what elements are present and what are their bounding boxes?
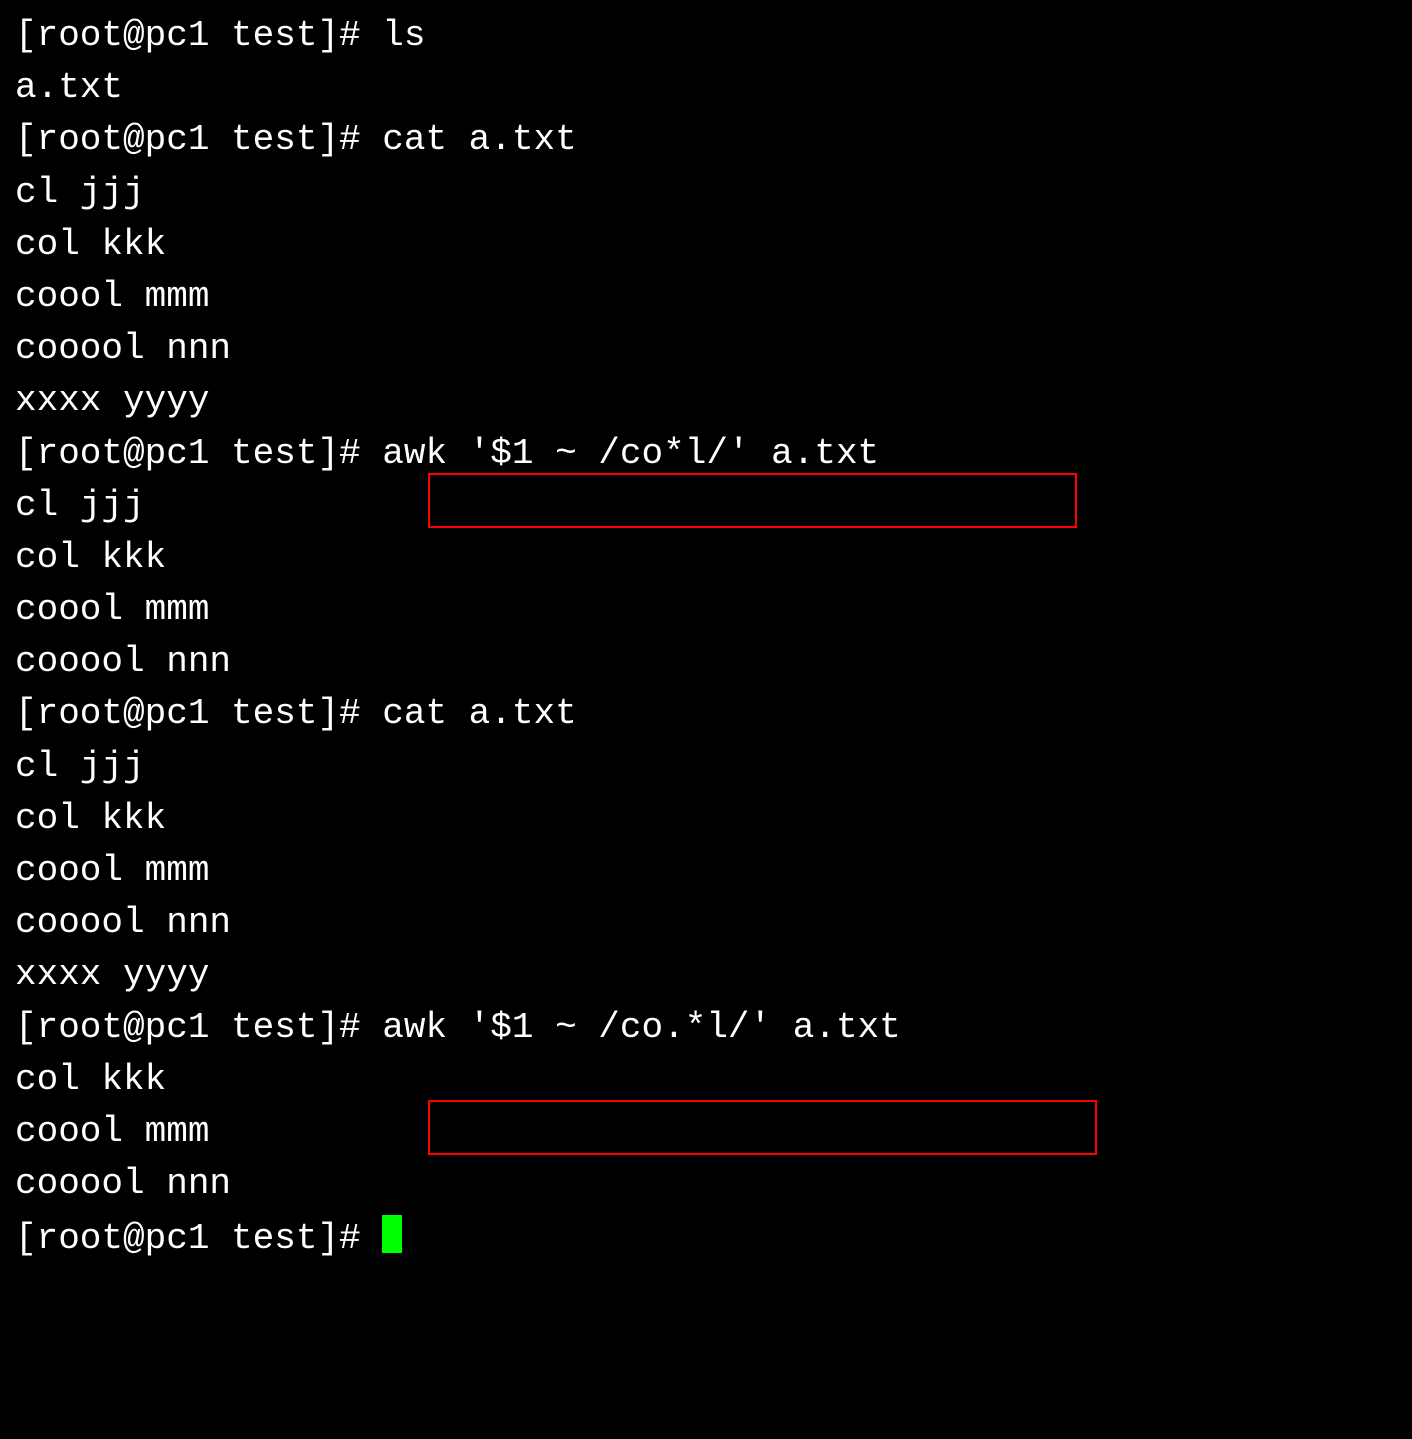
terminal-output-line: cooool nnn bbox=[15, 323, 1397, 375]
command-text: cat a.txt bbox=[382, 119, 576, 160]
terminal-output-line: col kkk bbox=[15, 1054, 1397, 1106]
shell-prompt: [root@pc1 test]# bbox=[15, 433, 382, 474]
cursor-block-icon bbox=[382, 1215, 402, 1253]
terminal-line: [root@pc1 test]# awk '$1 ~ /co.*l/' a.tx… bbox=[15, 1002, 1397, 1054]
terminal-output-line: xxxx yyyy bbox=[15, 375, 1397, 427]
terminal-output-line: col kkk bbox=[15, 532, 1397, 584]
terminal-window[interactable]: [root@pc1 test]# ls a.txt [root@pc1 test… bbox=[0, 0, 1412, 1276]
shell-prompt: [root@pc1 test]# bbox=[15, 119, 382, 160]
terminal-output-line: coool mmm bbox=[15, 1106, 1397, 1158]
terminal-line: [root@pc1 test]# awk '$1 ~ /co*l/' a.txt bbox=[15, 428, 1397, 480]
terminal-output-line: col kkk bbox=[15, 793, 1397, 845]
terminal-output-line: coool mmm bbox=[15, 584, 1397, 636]
terminal-output-line: cl jjj bbox=[15, 741, 1397, 793]
command-text: cat a.txt bbox=[382, 693, 576, 734]
terminal-output-line: xxxx yyyy bbox=[15, 949, 1397, 1001]
terminal-output-line: coool mmm bbox=[15, 845, 1397, 897]
terminal-output-line: col kkk bbox=[15, 219, 1397, 271]
command-text: ls bbox=[382, 15, 425, 56]
terminal-output-line: cl jjj bbox=[15, 480, 1397, 532]
shell-prompt: [root@pc1 test]# bbox=[15, 693, 382, 734]
shell-prompt: [root@pc1 test]# bbox=[15, 1007, 382, 1048]
terminal-line: [root@pc1 test]# cat a.txt bbox=[15, 688, 1397, 740]
terminal-output-line: cl jjj bbox=[15, 167, 1397, 219]
terminal-line: [root@pc1 test]# cat a.txt bbox=[15, 114, 1397, 166]
command-text: awk '$1 ~ /co.*l/' a.txt bbox=[382, 1007, 900, 1048]
shell-prompt: [root@pc1 test]# bbox=[15, 15, 382, 56]
terminal-line-active[interactable]: [root@pc1 test]# bbox=[15, 1210, 1397, 1265]
terminal-output-line: a.txt bbox=[15, 62, 1397, 114]
terminal-output-line: coool mmm bbox=[15, 271, 1397, 323]
terminal-output-line: cooool nnn bbox=[15, 1158, 1397, 1210]
shell-prompt: [root@pc1 test]# bbox=[15, 1218, 382, 1259]
terminal-line: [root@pc1 test]# ls bbox=[15, 10, 1397, 62]
terminal-output-line: cooool nnn bbox=[15, 897, 1397, 949]
terminal-output-line: cooool nnn bbox=[15, 636, 1397, 688]
command-text: awk '$1 ~ /co*l/' a.txt bbox=[382, 433, 879, 474]
